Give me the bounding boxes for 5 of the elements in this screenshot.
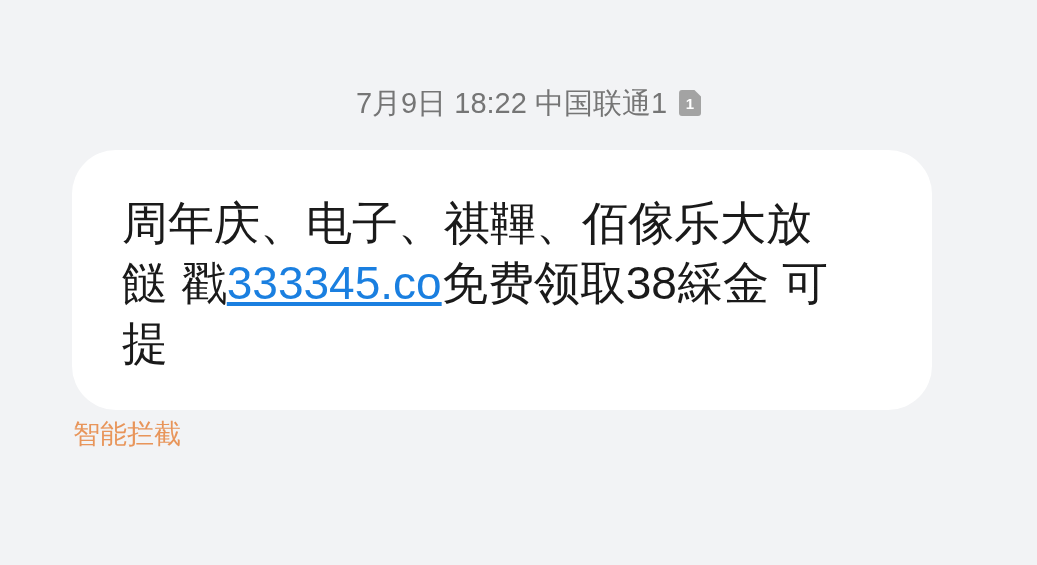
smart-block-label: 智能拦截 — [73, 418, 181, 451]
message-link[interactable]: 333345.co — [226, 257, 442, 309]
sim-card-icon: 1 — [679, 90, 702, 116]
message-text: 周年庆、电子、祺鞸、佰傢乐大放餸 戳333345.co免费领取38綵金 可提 — [122, 196, 829, 371]
message-timestamp: 7月9日 18:22 中国联通1 — [355, 86, 668, 121]
